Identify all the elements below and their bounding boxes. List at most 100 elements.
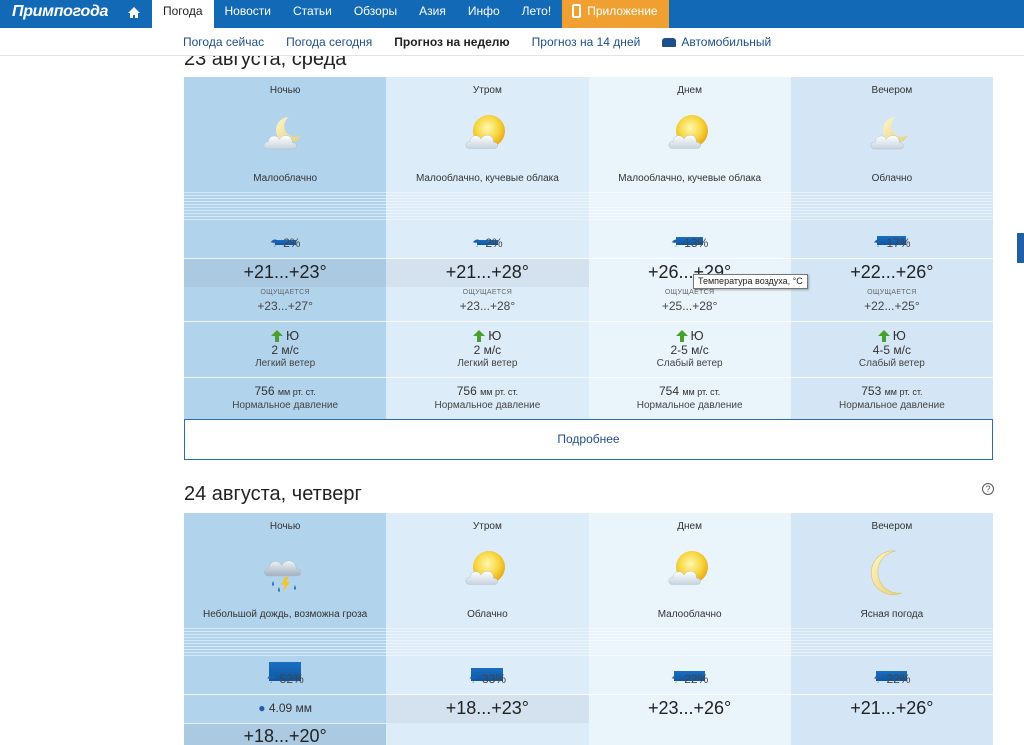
condition-text: Малооблачно, кучевые облака — [618, 173, 762, 184]
moon-icon — [866, 547, 918, 599]
rain-amount-value: 4.09 мм — [268, 701, 313, 715]
umbrella-icon: ☂ — [873, 238, 884, 250]
wind-speed: 4-5 м/с — [872, 343, 911, 357]
forecast-grid: Ночью Малооблачно ☂ 2% +21...+23° ощущается… — [184, 77, 993, 419]
pressure-value: 754 мм рт. ст. — [589, 384, 791, 398]
pressure-value: 756 мм рт. ст. — [184, 384, 386, 398]
precipitation-value: 33% — [481, 672, 506, 686]
condition-text: Малооблачно — [657, 609, 722, 620]
feels-like-value: +25...+28° — [661, 299, 718, 313]
umbrella-icon: ☂ — [873, 674, 884, 686]
umbrella-icon: ☂ — [269, 238, 280, 250]
wind-direction-value: Ю — [690, 328, 704, 343]
row-separator — [790, 321, 993, 322]
moon-cloud-icon — [866, 111, 918, 163]
top-navigation-bar: Примпогода Погода Новости Статьи Обзоры … — [0, 0, 1024, 28]
rain-amount: ● 4.09 мм — [184, 701, 386, 715]
row-separator — [588, 377, 791, 378]
row-separator — [386, 377, 589, 378]
stripes-divider — [790, 628, 993, 658]
condition-text: Малооблачно — [253, 173, 318, 184]
precipitation-value: 13% — [684, 236, 709, 250]
precipitation-value: 2% — [485, 236, 503, 250]
nav-item-reviews[interactable]: Обзоры — [343, 0, 408, 28]
condition-text: Облачно — [467, 609, 508, 620]
pressure-unit: мм рт. ст. — [884, 387, 923, 397]
umbrella-icon: ☂ — [468, 674, 479, 686]
temperature-tooltip: Температура воздуха, °С — [693, 274, 808, 289]
wind-speed: 2 м/с — [473, 343, 502, 357]
temperature-range[interactable]: +21...+23° — [184, 262, 386, 283]
subnav-14-days[interactable]: Прогноз на 14 дней — [532, 35, 641, 49]
subnav-weather-now[interactable]: Погода сейчас — [183, 35, 264, 49]
period-column-night: Ночью Малооблачно ☂ 2% +21...+23° ощущается… — [184, 77, 387, 419]
wind-direction: Ю — [589, 328, 791, 343]
scroll-indicator[interactable] — [1017, 233, 1024, 263]
temperature-range[interactable]: +18...+20° — [184, 726, 386, 745]
temperature-range[interactable]: +22...+26° — [791, 262, 993, 283]
help-icon[interactable]: ? — [982, 483, 994, 495]
pressure-description: Нормальное давление — [232, 400, 339, 411]
pressure-description: Нормальное давление — [838, 400, 945, 411]
sun-cloud-icon — [664, 547, 716, 599]
stripes-divider — [386, 628, 589, 658]
row-separator — [588, 258, 791, 259]
pressure-number: 756 — [254, 384, 275, 398]
nav-item-news[interactable]: Новости — [214, 0, 282, 28]
home-icon[interactable] — [127, 6, 141, 20]
app-button[interactable]: Приложение — [562, 0, 669, 28]
nav-item-articles[interactable]: Статьи — [282, 0, 343, 28]
period-column-day: Днем Малооблачно, кучевые облака ☂ 13% +26… — [588, 77, 791, 419]
period-label: Утром — [472, 85, 502, 96]
nav-item-info[interactable]: Инфо — [457, 0, 511, 28]
nav-item-asia[interactable]: Азия — [408, 0, 457, 28]
precipitation-value: 22% — [684, 672, 709, 686]
row-separator — [184, 377, 387, 378]
period-column-night: Ночью Небольшой дождь, возможна гроза ☂ 5… — [184, 513, 387, 745]
wind-arrow-icon — [271, 329, 284, 342]
stripes-divider — [588, 192, 791, 222]
wind-description: Слабый ветер — [656, 358, 723, 369]
period-label: Вечером — [871, 521, 913, 532]
subnav-auto[interactable]: Автомобильный — [662, 35, 771, 49]
site-logo[interactable]: Примпогода — [12, 3, 108, 21]
pressure-number: 756 — [456, 384, 477, 398]
feels-like-label: ощущается — [260, 289, 310, 296]
feels-like-value: +23...+27° — [257, 299, 313, 313]
temperature-range[interactable]: +21...+26° — [791, 698, 993, 719]
car-icon — [662, 37, 677, 47]
stripes-divider — [184, 192, 387, 222]
temperature-range[interactable]: +21...+28° — [386, 262, 588, 283]
row-separator — [184, 694, 387, 695]
nav-item-summer[interactable]: Лето! — [511, 0, 563, 28]
thunder-rain-icon — [259, 547, 311, 599]
condition-text: Ясная погода — [860, 609, 924, 620]
subnav-week-forecast[interactable]: Прогноз на неделю — [394, 35, 509, 49]
nav-item-weather[interactable]: Погода — [152, 0, 214, 28]
condition-text: Облачно — [871, 173, 913, 184]
subnav-auto-label: Автомобильный — [681, 35, 772, 49]
subnav-weather-today[interactable]: Погода сегодня — [286, 35, 372, 49]
more-details-button[interactable]: Подробнее — [184, 419, 993, 460]
precipitation-value: 17% — [886, 236, 911, 250]
temperature-range[interactable]: +23...+26° — [589, 698, 791, 719]
row-separator — [588, 694, 791, 695]
sub-navigation: Погода сейчас Погода сегодня Прогноз на … — [0, 28, 1024, 56]
period-label: Ночью — [269, 521, 301, 532]
pressure-number: 753 — [861, 384, 882, 398]
sun-cloud-icon — [664, 111, 716, 163]
precipitation-value: 2% — [283, 236, 301, 250]
pressure-description: Нормальное давление — [434, 400, 541, 411]
wind-arrow-icon — [473, 329, 486, 342]
period-column-day: Днем Малооблачно ☂ 22% +23...+26° — [588, 513, 791, 745]
precipitation-chance: ☂ 2% — [386, 236, 588, 250]
wind-arrow-icon — [675, 329, 688, 342]
row-separator — [184, 321, 387, 322]
pressure-unit: мм рт. ст. — [277, 387, 316, 397]
precipitation-value: 22% — [886, 672, 911, 686]
main-nav: Погода Новости Статьи Обзоры Азия Инфо Л… — [152, 0, 669, 28]
period-label: Утром — [472, 521, 502, 532]
stripes-divider — [184, 628, 387, 658]
temperature-range[interactable]: +18...+23° — [386, 698, 588, 719]
period-column-evening: Вечером Ясная погода ☂ 22% +21...+26° — [790, 513, 993, 745]
